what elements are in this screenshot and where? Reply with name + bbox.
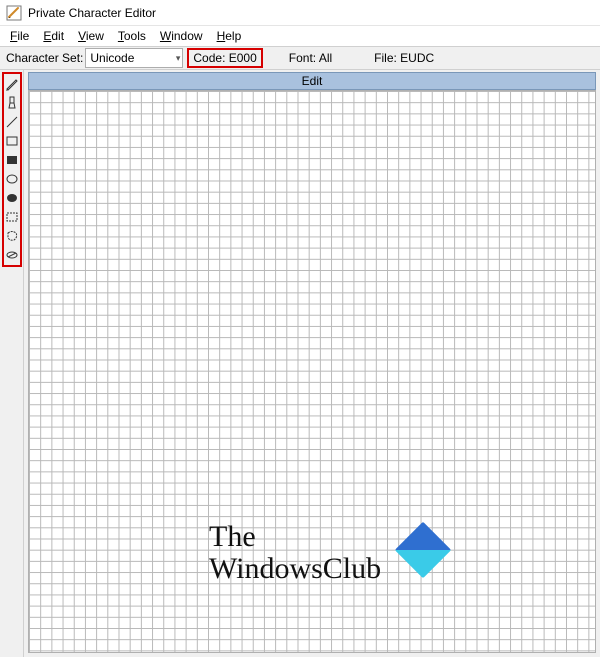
menu-edit[interactable]: Edit [37,27,70,45]
watermark-text: The WindowsClub [209,521,381,584]
canvas-title: Edit [28,72,596,90]
watermark-line1: The [209,521,381,553]
menu-tools[interactable]: Tools [112,27,152,45]
watermark-logo-icon [395,521,452,578]
charset-dropdown[interactable]: Unicode ▾ [85,48,183,68]
toolbox-highlight [2,72,22,267]
chevron-down-icon: ▾ [176,53,181,64]
font-field: Font: All [283,51,338,65]
menu-help[interactable]: Help [211,27,248,45]
menubar: File Edit View Tools Window Help [0,26,600,46]
code-field: Code: E000 [187,48,262,68]
menu-window[interactable]: Window [154,27,209,45]
menu-file[interactable]: File [4,27,35,45]
tool-freeform-select[interactable] [4,227,20,245]
charset-value: Unicode [90,51,134,65]
file-value: EUDC [400,51,434,65]
code-value: E000 [229,51,257,65]
titlebar: Private Character Editor [0,0,600,26]
font-label: Font: [289,51,316,65]
toolbox [0,70,24,657]
tool-ellipse-outline[interactable] [4,170,20,188]
canvas-panel: Edit The WindowsClub [24,70,600,657]
file-label: File: [374,51,397,65]
infobar: Character Set: Unicode ▾ Code: E000 Font… [0,46,600,70]
file-field: File: EUDC [368,51,440,65]
tool-line[interactable] [4,113,20,131]
charset-label: Character Set: [0,51,85,65]
watermark-line2: WindowsClub [209,553,381,585]
tool-rectangle-filled[interactable] [4,151,20,169]
tool-rectangle-outline[interactable] [4,132,20,150]
edit-grid[interactable]: The WindowsClub [28,90,596,653]
app-title: Private Character Editor [28,6,156,20]
tool-brush[interactable] [4,94,20,112]
code-label: Code: [193,51,225,65]
tool-ellipse-filled[interactable] [4,189,20,207]
workarea: Edit The WindowsClub [0,70,600,657]
tool-pencil[interactable] [4,75,20,93]
app-icon [6,5,22,21]
tool-rect-select[interactable] [4,208,20,226]
menu-view[interactable]: View [72,27,110,45]
tool-eraser[interactable] [4,246,20,264]
watermark: The WindowsClub [209,521,443,584]
font-value: All [319,51,332,65]
